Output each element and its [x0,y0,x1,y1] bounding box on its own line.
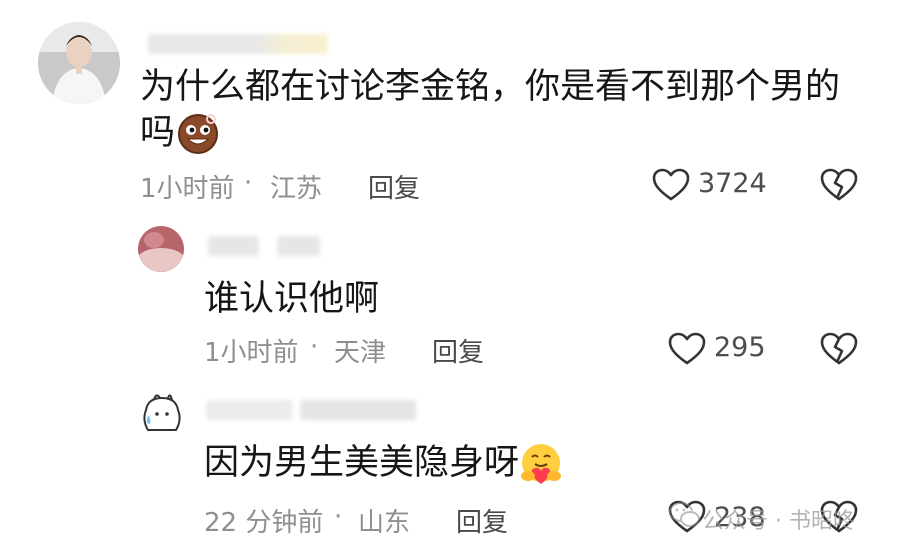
watermark-text: 公众号 · 书昭咚 [702,509,855,534]
comment-time: 1小时前 [140,174,235,204]
reply-button[interactable]: 回复 [368,168,420,205]
username-redacted[interactable] [148,34,328,54]
username-redacted[interactable] [206,400,416,420]
hugging-face-icon [518,442,564,486]
laughing-cookie-icon [176,111,220,155]
comment-text: 谁认识他啊 [204,279,380,319]
like-count: 3724 [698,168,767,199]
broken-heart-icon[interactable] [820,332,858,366]
meta-separator: · [334,502,343,532]
wechat-icon [668,500,702,530]
meta-separator: · [244,168,253,198]
broken-heart-icon[interactable] [820,168,858,202]
avatar[interactable] [138,226,184,272]
comment-location: 山东 [358,508,411,538]
comment-location: 江苏 [270,174,323,204]
comment-time: 22 分钟前 [204,508,324,538]
comment-time: 1小时前 [204,338,299,368]
reply-button[interactable]: 回复 [456,502,508,539]
comment-location: 天津 [334,338,387,368]
comment-text: 为什么都在讨论李金铭，你是看不到那个男的 [140,67,841,107]
avatar[interactable] [138,390,186,438]
like-count: 295 [714,332,766,363]
comment-text: 因为男生美美隐身呀 [204,443,520,483]
avatar[interactable] [38,22,120,104]
heart-icon[interactable] [668,332,706,366]
comment-text-line2: 吗 [140,113,176,153]
username-redacted[interactable] [208,236,320,256]
reply-button[interactable]: 回复 [432,332,484,369]
heart-icon[interactable] [652,168,690,202]
meta-separator: · [310,332,319,362]
